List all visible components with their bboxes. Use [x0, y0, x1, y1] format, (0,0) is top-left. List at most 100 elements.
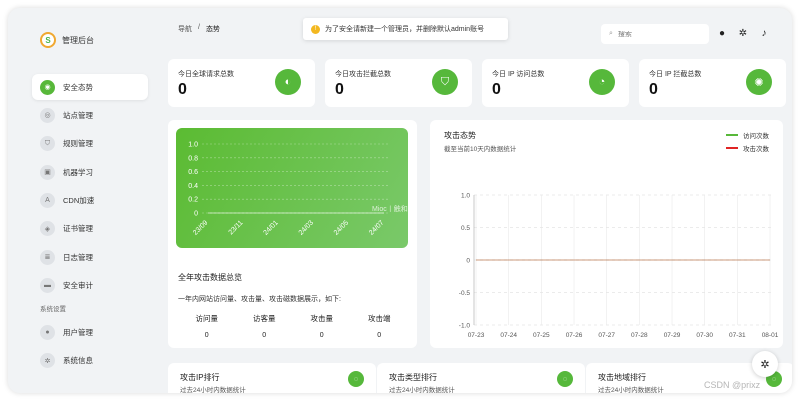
sidebar-item-label: 证书管理 [63, 224, 93, 234]
card-subtitle: 过去24小时内数据统计 [180, 387, 246, 393]
globe-icon: ◐ [275, 69, 301, 95]
sidebar-item[interactable]: ▬ 安全审计 [32, 273, 148, 299]
security-notice: ! 为了安全请新建一个管理员，并删除默认admin账号 [303, 18, 508, 40]
sidebar-item[interactable]: ◎ 站点管理 [32, 102, 148, 128]
gear-icon: ✲ [40, 353, 55, 369]
user-icon: ● [40, 324, 55, 340]
x-tick-label: 07-27 [598, 332, 615, 339]
sidebar-item-label: 系统信息 [63, 356, 93, 366]
x-tick-label: 24/01 [262, 219, 279, 236]
sidebar-item[interactable]: ● 用户管理 [32, 319, 148, 345]
ip-icon: ◌ [348, 371, 364, 387]
column-header: 访客量 [253, 314, 276, 323]
x-tick-label: 07-24 [500, 332, 517, 339]
stat-value: 0 [492, 81, 501, 98]
type-icon: ◌ [557, 371, 573, 387]
y-tick-label: 0.4 [188, 183, 198, 190]
breadcrumb-root[interactable]: 导航 [178, 24, 192, 34]
sidebar-item[interactable]: ≣ 日志管理 [32, 244, 148, 270]
radiation-icon: ✺ [746, 69, 772, 95]
x-tick-label: 08-01 [762, 332, 779, 339]
x-tick-label: 07-28 [631, 332, 648, 339]
sidebar-item-label: 安全态势 [63, 82, 93, 92]
monitor-icon: ▬ [40, 278, 55, 294]
year-summary-title: 全年攻击数据总览 [178, 273, 242, 282]
y-tick-label: 0 [194, 211, 198, 218]
sidebar-item-label: CDN加速 [63, 196, 95, 206]
y-tick-label: 0.5 [461, 225, 470, 232]
y-tick-label: 1.0 [188, 142, 198, 149]
stat-value: 0 [178, 81, 187, 98]
column-header: 访问量 [195, 314, 219, 323]
sidebar-item[interactable]: ◈ 证书管理 [32, 216, 148, 242]
gear-icon[interactable]: ✲ [737, 27, 749, 39]
sidebar-item[interactable]: ▣ 机器学习 [32, 159, 148, 185]
sidebar-item[interactable]: A CDN加速 [32, 188, 148, 214]
breadcrumb-current: 态势 [205, 26, 220, 33]
stat-label: 今日攻击拦截总数 [335, 71, 391, 78]
sidebar-item-label: 用户管理 [63, 327, 93, 337]
card-title: 攻击IP排行 [180, 373, 220, 382]
sidebar-item[interactable]: ◉ 安全态势 [32, 74, 148, 100]
stat-label: 今日 IP 访问总数 [492, 71, 545, 78]
column-value: 0 [204, 332, 209, 339]
attack-ip-rank-card: 攻击IP排行 过去24小时内数据统计 ◌ [168, 363, 376, 393]
bell-icon[interactable]: ♪ [758, 27, 770, 39]
y-tick-label: -1.0 [459, 323, 471, 330]
sidebar-item[interactable]: ✲ 系统信息 [32, 348, 148, 374]
sidebar-item-label: 安全审计 [63, 281, 93, 291]
sidebar-item-label: 站点管理 [63, 110, 93, 120]
x-tick-label: 23/11 [228, 219, 245, 236]
footer-watermark: CSDN @prixz [704, 380, 761, 390]
x-tick-label: 07-29 [664, 332, 681, 339]
x-tick-label: 07-31 [729, 332, 746, 339]
year-summary-table: 访问量 访客量 攻击量 攻击端 0 0 0 0 [178, 313, 408, 339]
stat-value: 0 [649, 81, 658, 98]
stat-card-requests: 今日全球请求总数 0 ◐ [168, 59, 315, 107]
search-input[interactable] [617, 30, 698, 38]
search-box[interactable]: ⌕ [601, 24, 709, 44]
y-tick-label: 0 [466, 258, 470, 265]
attack-trend-chart: 1.0 0.5 0 -0.5 -1.0 07-23 07-24 07-25 07-26 07-27… [459, 193, 779, 340]
column-header: 攻击端 [368, 314, 391, 323]
x-tick-label: 07-30 [696, 332, 713, 339]
x-tick-label: 07-26 [566, 332, 583, 339]
column-value: 0 [377, 332, 382, 339]
x-tick-label: 24/07 [368, 219, 385, 236]
certificate-icon: ◈ [40, 221, 55, 237]
stat-label: 今日 IP 拦截总数 [649, 71, 702, 78]
sidebar-menu: ◉ 安全态势 ◎ 站点管理 ⛉ 规则管理 ▣ 机器学习 A CDN加速 ◈ 证书管理 ≣ 日志管理 ▬ 安全审… [32, 74, 148, 376]
breadcrumb: 导航 / 态势 [178, 24, 220, 34]
y-tick-label: 1.0 [461, 193, 470, 200]
globe-icon: ◎ [40, 107, 55, 123]
brand-logo: S [40, 32, 56, 48]
x-tick-label: 23/09 [192, 219, 209, 236]
card-subtitle: 过去24小时内数据统计 [598, 387, 664, 393]
sidebar-item-label: 机器学习 [63, 167, 93, 177]
dashboard-icon: ◉ [40, 79, 55, 95]
attack-type-rank-card: 攻击类型排行 过去24小时内数据统计 ◌ [377, 363, 585, 393]
card-subtitle: 过去24小时内数据统计 [389, 387, 455, 393]
attack-trend-card: 攻击态势 截至当前10天内数据统计 访问次数 攻击次数 1.0 0.5 0 -0.5-… [430, 120, 783, 348]
sidebar-section-label: 系统设置 [40, 306, 66, 314]
y-tick-label: 0.8 [188, 155, 198, 162]
chart-watermark: Mioc丨触和志 [372, 206, 408, 213]
year-summary-card: 1.0 0.8 0.6 0.4 0.2 0 23/09 23/11 24/01 24/03 24/0… [168, 120, 417, 348]
warning-icon: ! [311, 24, 320, 34]
stat-label: 今日全球请求总数 [178, 71, 234, 78]
notice-text: 为了安全请新建一个管理员，并删除默认admin账号 [325, 26, 485, 33]
user-icon[interactable]: ● [716, 27, 728, 39]
settings-fab[interactable]: ✲ [752, 351, 778, 377]
x-tick-label: 07-25 [533, 332, 550, 339]
search-icon: ⌕ [609, 30, 613, 37]
sidebar-item[interactable]: ⛉ 规则管理 [32, 131, 148, 157]
database-icon: ≣ [40, 249, 55, 265]
sidebar-item-label: 日志管理 [63, 252, 93, 262]
stat-card-ip-visits: 今日 IP 访问总数 0 ◔ [482, 59, 629, 107]
year-chart-svg: 1.0 0.8 0.6 0.4 0.2 023/09 23/11 24/01 24/03 24/0… [188, 142, 390, 237]
x-tick-label: 07-23 [468, 332, 485, 339]
card-title: 攻击类型排行 [389, 373, 437, 382]
y-tick-label: -0.5 [459, 290, 471, 297]
y-tick-label: 0.6 [188, 169, 198, 176]
brand[interactable]: S 管理后台 [40, 32, 94, 48]
